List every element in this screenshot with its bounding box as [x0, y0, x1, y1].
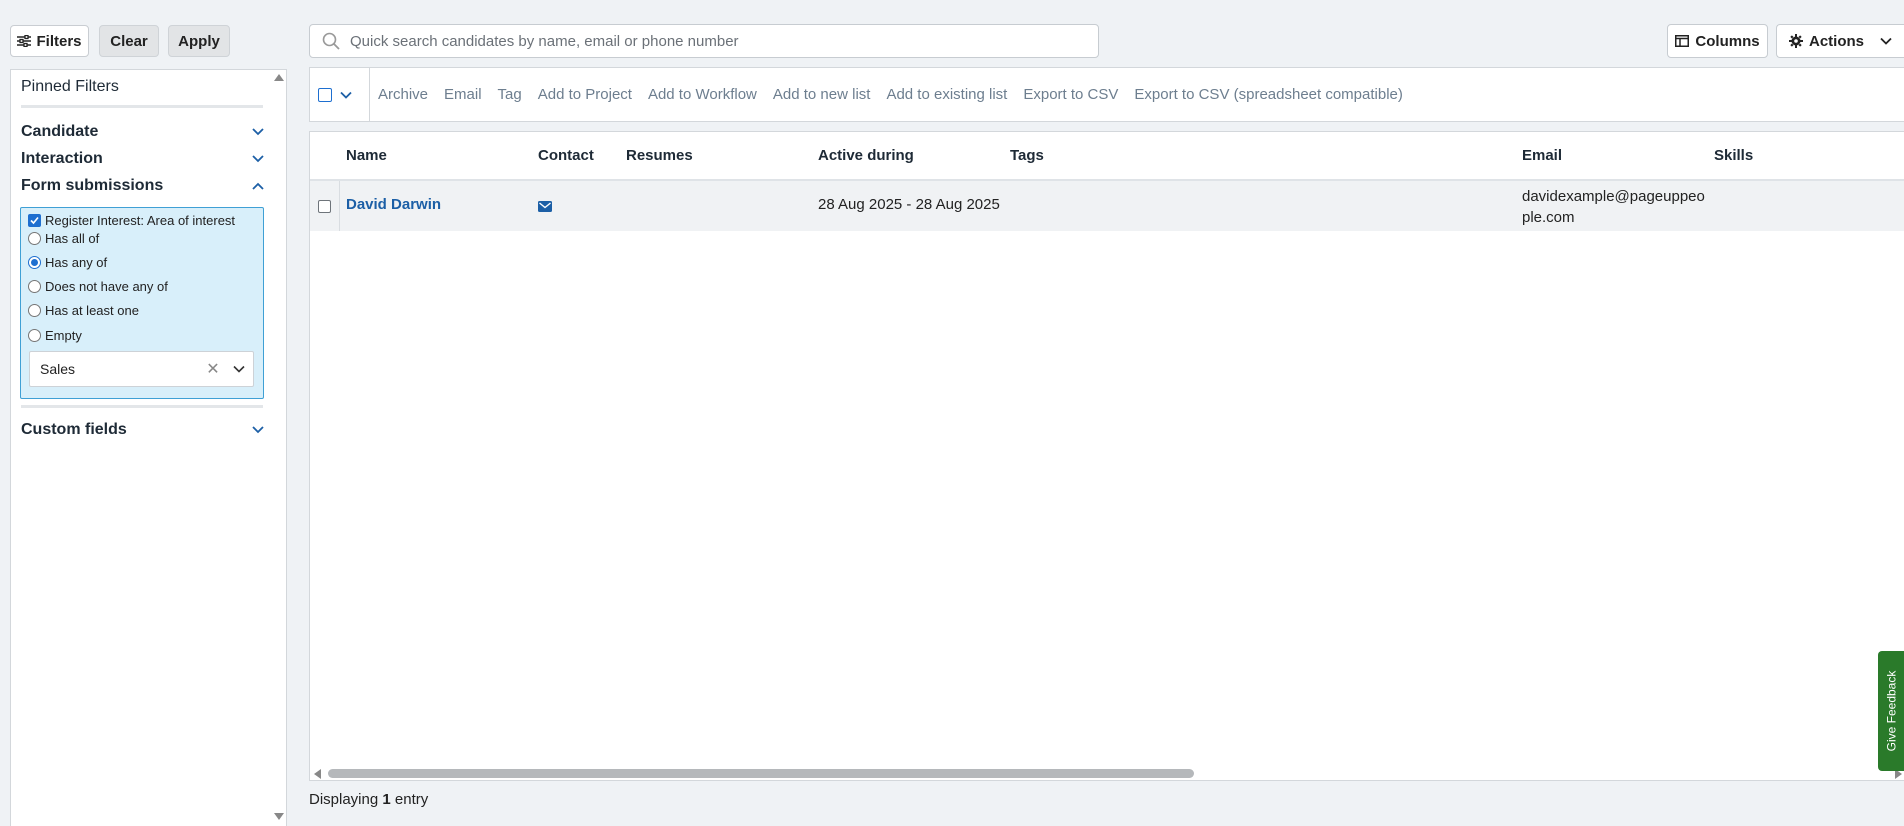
- sidebar-scrollbar[interactable]: [272, 70, 286, 826]
- column-header-contact[interactable]: Contact: [538, 132, 594, 179]
- radio-button[interactable]: [28, 232, 41, 245]
- column-header-resumes[interactable]: Resumes: [626, 132, 693, 179]
- bulk-action-links: Archive Email Tag Add to Project Add to …: [378, 68, 1419, 121]
- entry-count: Displaying 1 entry: [309, 791, 428, 808]
- search-box[interactable]: [309, 24, 1099, 58]
- export-csv-spreadsheet-action[interactable]: Export to CSV (spreadsheet compatible): [1134, 86, 1402, 103]
- actions-label: Actions: [1809, 32, 1865, 50]
- radio-button[interactable]: [28, 304, 41, 317]
- search-icon: [322, 32, 340, 50]
- scroll-down-icon[interactable]: [274, 813, 284, 820]
- radio-label: Empty: [45, 328, 82, 343]
- archive-action[interactable]: Archive: [378, 86, 428, 103]
- section-custom-fields[interactable]: Custom fields: [21, 421, 265, 439]
- give-feedback-label: Give Feedback: [1884, 670, 1898, 752]
- radio-button[interactable]: [28, 280, 41, 293]
- chevron-down-icon[interactable]: [340, 89, 352, 101]
- table-row[interactable]: David Darwin 28 Aug 2025 - 28 Aug 2025 d…: [310, 181, 1904, 231]
- scroll-left-icon[interactable]: [314, 769, 321, 779]
- candidates-table: Name Contact Resumes Active during Tags …: [309, 131, 1904, 781]
- add-to-existing-list-action[interactable]: Add to existing list: [886, 86, 1007, 103]
- radio-option[interactable]: Has any of: [28, 255, 107, 270]
- radio-label: Does not have any of: [45, 279, 168, 294]
- add-to-workflow-action[interactable]: Add to Workflow: [648, 86, 757, 103]
- divider: [21, 405, 263, 408]
- radio-option[interactable]: Does not have any of: [28, 279, 168, 294]
- radio-option[interactable]: Has at least one: [28, 303, 139, 318]
- bulk-actions-bar: Archive Email Tag Add to Project Add to …: [309, 67, 1904, 122]
- section-custom-fields-label: Custom fields: [21, 421, 127, 438]
- radio-option[interactable]: Has all of: [28, 231, 99, 246]
- column-header-skills[interactable]: Skills: [1714, 132, 1753, 179]
- radio-button[interactable]: [28, 329, 41, 342]
- select-all-control[interactable]: [310, 68, 370, 121]
- clear-icon[interactable]: ✕: [201, 359, 225, 379]
- columns-label: Columns: [1695, 32, 1760, 50]
- column-header-active-during[interactable]: Active during: [818, 132, 914, 179]
- chevron-up-icon: [252, 182, 264, 190]
- radio-label: Has all of: [45, 231, 100, 246]
- candidate-name-link[interactable]: David Darwin: [346, 196, 441, 213]
- field-checkbox-row[interactable]: Register Interest: Area of interest: [28, 213, 235, 228]
- tag-action[interactable]: Tag: [498, 86, 522, 103]
- section-interaction-label: Interaction: [21, 150, 103, 167]
- chevron-down-icon: [252, 128, 264, 136]
- field-label: Register Interest: Area of interest: [45, 213, 236, 228]
- filter-sidebar: Pinned Filters Candidate Interaction For…: [10, 69, 287, 826]
- column-header-name[interactable]: Name: [346, 132, 387, 179]
- divider: [21, 105, 263, 108]
- chevron-down-icon: [252, 155, 264, 163]
- search-input[interactable]: [350, 32, 1090, 50]
- radio-option[interactable]: Empty: [28, 328, 82, 343]
- radio-label: Has any of: [45, 255, 108, 270]
- value-select[interactable]: Sales ✕: [29, 351, 254, 387]
- row-select-cell[interactable]: [310, 181, 340, 231]
- active-during-value: 28 Aug 2025 - 28 Aug 2025: [818, 196, 1000, 213]
- checkbox-checked[interactable]: [28, 214, 41, 227]
- envelope-icon[interactable]: [538, 199, 552, 216]
- gear-icon: [1789, 34, 1803, 48]
- chevron-down-icon: [1880, 37, 1892, 45]
- sliders-icon: [17, 35, 32, 47]
- section-interaction[interactable]: Interaction: [21, 150, 265, 168]
- form-submission-filter: Register Interest: Area of interest Has …: [20, 207, 264, 399]
- clear-button[interactable]: Clear: [99, 25, 159, 57]
- export-csv-action[interactable]: Export to CSV: [1023, 86, 1118, 103]
- section-candidate-label: Candidate: [21, 123, 99, 140]
- chevron-down-icon[interactable]: [225, 363, 253, 375]
- column-header-email[interactable]: Email: [1522, 132, 1562, 179]
- row-checkbox[interactable]: [318, 199, 331, 213]
- filters-label: Filters: [36, 32, 82, 50]
- entry-count-prefix: Displaying: [309, 791, 379, 808]
- radio-label: Has at least one: [45, 303, 139, 318]
- radio-button-selected[interactable]: [28, 256, 41, 269]
- columns-button[interactable]: Columns: [1667, 24, 1768, 58]
- entry-count-suffix: entry: [394, 791, 429, 808]
- section-form-submissions-label: Form submissions: [21, 177, 164, 194]
- filters-button[interactable]: Filters: [10, 25, 89, 57]
- entry-count-value: 1: [382, 791, 391, 808]
- select-value: Sales: [40, 361, 76, 377]
- add-to-project-action[interactable]: Add to Project: [538, 86, 632, 103]
- section-form-submissions[interactable]: Form submissions: [21, 177, 265, 195]
- scrollbar-thumb[interactable]: [328, 769, 1194, 778]
- scroll-up-icon[interactable]: [274, 74, 284, 81]
- give-feedback-tab[interactable]: Give Feedback: [1878, 651, 1904, 771]
- pinned-filters-title: Pinned Filters: [21, 78, 119, 95]
- add-to-new-list-action[interactable]: Add to new list: [773, 86, 871, 103]
- chevron-down-icon: [252, 426, 264, 434]
- columns-icon: [1675, 35, 1690, 47]
- select-all-checkbox[interactable]: [318, 87, 332, 102]
- horizontal-scrollbar[interactable]: [310, 764, 1904, 780]
- actions-button[interactable]: Actions: [1776, 24, 1904, 58]
- section-candidate[interactable]: Candidate: [21, 123, 265, 141]
- column-header-tags[interactable]: Tags: [1010, 132, 1044, 179]
- email-value: davidexample@pageuppeople.com: [1522, 188, 1705, 226]
- apply-button[interactable]: Apply: [168, 25, 230, 57]
- email-action[interactable]: Email: [444, 86, 482, 103]
